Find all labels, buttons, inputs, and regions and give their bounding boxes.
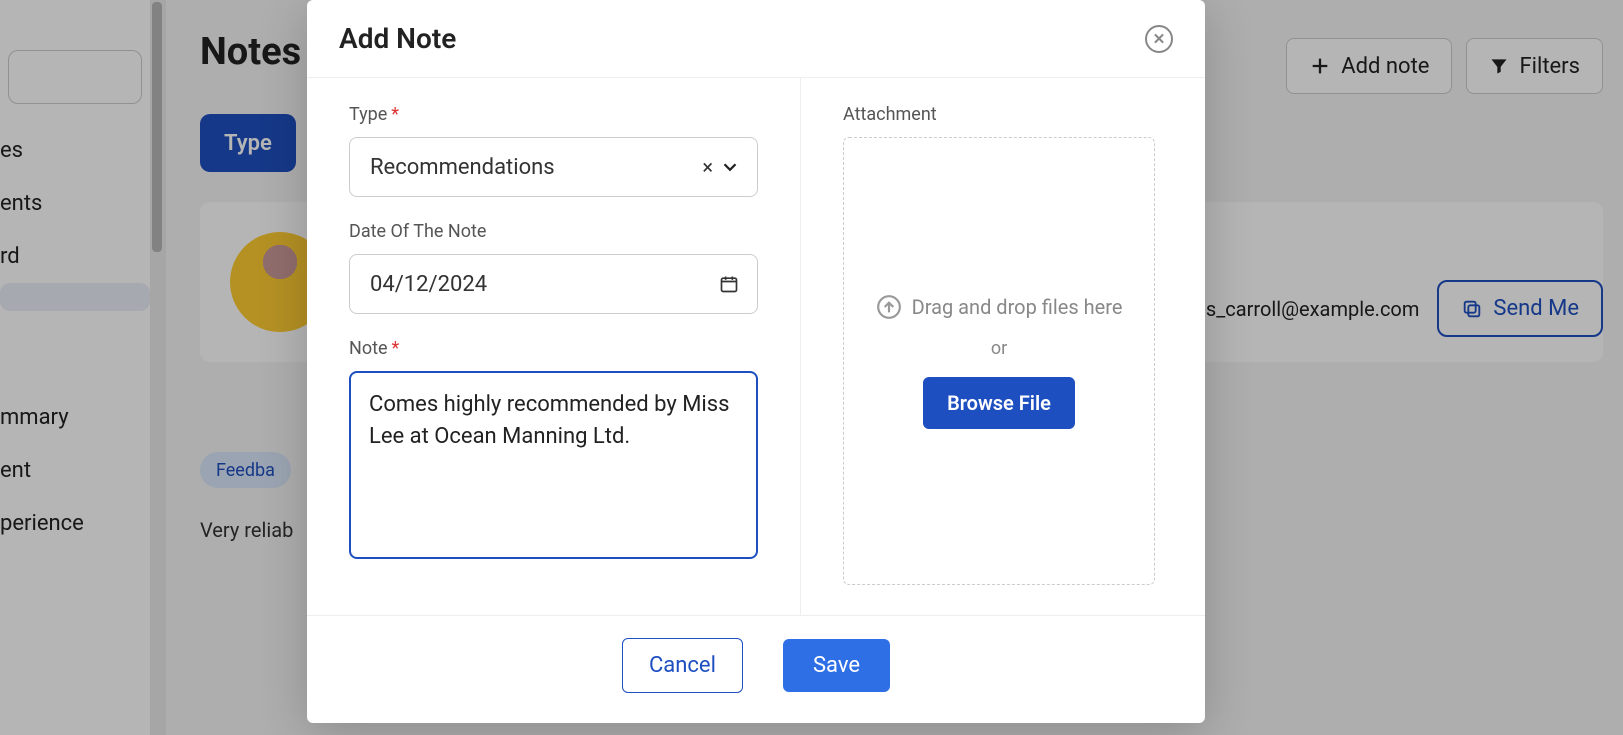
date-input[interactable]: 04/12/2024 — [349, 254, 758, 314]
modal-right-column: Attachment Drag and drop files here or B… — [801, 78, 1205, 615]
attachment-dropzone[interactable]: Drag and drop files here or Browse File — [843, 137, 1155, 585]
note-label: Note* — [349, 338, 758, 359]
note-label-text: Note — [349, 338, 388, 359]
browse-file-button[interactable]: Browse File — [923, 377, 1075, 429]
required-marker: * — [391, 104, 399, 125]
modal-footer: Cancel Save — [307, 615, 1205, 723]
type-label: Type* — [349, 104, 758, 125]
date-label: Date Of The Note — [349, 221, 758, 242]
save-button[interactable]: Save — [783, 639, 890, 692]
dropzone-hint: Drag and drop files here — [876, 294, 1123, 320]
cancel-button[interactable]: Cancel — [622, 638, 743, 693]
modal-header: Add Note ✕ — [307, 0, 1205, 78]
upload-icon — [876, 294, 902, 320]
type-select-value: Recommendations — [370, 155, 555, 180]
dropzone-or: or — [991, 338, 1007, 359]
clear-selection-icon[interactable]: × — [702, 155, 713, 179]
close-icon: ✕ — [1153, 30, 1166, 48]
date-value: 04/12/2024 — [370, 272, 487, 297]
calendar-icon[interactable] — [719, 274, 739, 294]
dropzone-text: Drag and drop files here — [912, 295, 1123, 319]
modal-title: Add Note — [339, 22, 456, 55]
type-select[interactable]: Recommendations × — [349, 137, 758, 197]
modal-left-column: Type* Recommendations × Date Of The Note… — [307, 78, 801, 615]
required-marker: * — [392, 338, 400, 359]
add-note-modal: Add Note ✕ Type* Recommendations × Date … — [307, 0, 1205, 723]
chevron-down-icon[interactable] — [719, 156, 741, 178]
modal-body: Type* Recommendations × Date Of The Note… — [307, 78, 1205, 615]
attachment-label: Attachment — [843, 104, 1163, 125]
type-label-text: Type — [349, 104, 387, 125]
close-button[interactable]: ✕ — [1145, 25, 1173, 53]
note-textarea[interactable] — [349, 371, 758, 559]
